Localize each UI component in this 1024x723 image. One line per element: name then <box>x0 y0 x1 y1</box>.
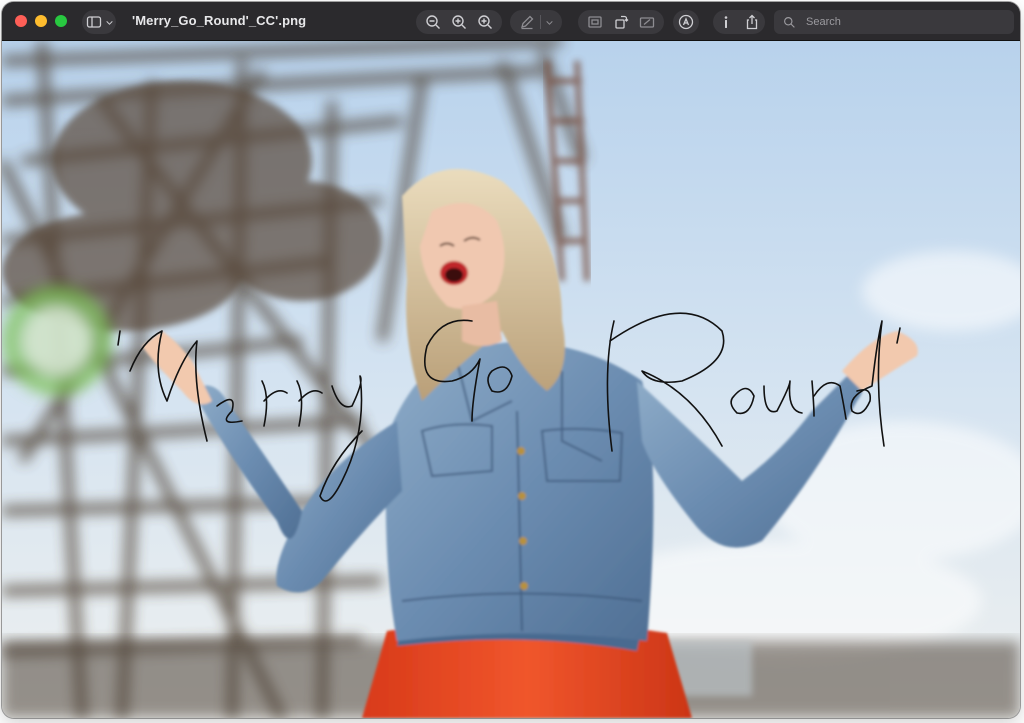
markup-circle-icon <box>673 10 699 34</box>
share-icon[interactable] <box>739 10 765 34</box>
zoom-controls <box>416 10 502 34</box>
image-viewer[interactable] <box>2 41 1020 718</box>
photo-image <box>2 41 1020 718</box>
window-title: 'Merry_Go_Round'_CC'.png <box>132 13 307 28</box>
chevron-down-icon <box>541 10 559 34</box>
zoom-actual-size-icon[interactable] <box>446 10 472 34</box>
crop-icon[interactable] <box>582 10 608 34</box>
title-bar: 'Merry_Go_Round'_CC'.png <box>2 2 1020 41</box>
info-icon[interactable] <box>713 10 739 34</box>
markup-toolbar-button[interactable] <box>673 10 699 34</box>
markup-button[interactable] <box>510 10 562 34</box>
info-share-controls <box>713 10 765 34</box>
preview-window: 'Merry_Go_Round'_CC'.png <box>2 2 1020 718</box>
search-icon <box>778 10 800 34</box>
rotate-icon[interactable] <box>608 10 634 34</box>
minimize-window-button[interactable] <box>35 15 47 27</box>
search-input[interactable] <box>804 15 998 29</box>
zoom-out-icon[interactable] <box>420 10 446 34</box>
close-window-button[interactable] <box>15 15 27 27</box>
pencil-icon <box>514 10 540 34</box>
edit-controls <box>578 10 664 34</box>
fullscreen-window-button[interactable] <box>55 15 67 27</box>
form-fill-icon[interactable] <box>634 10 660 34</box>
search-field[interactable] <box>774 10 1014 34</box>
sidebar-toggle-button[interactable] <box>82 10 116 34</box>
sidebar-icon <box>84 10 104 34</box>
chevron-down-icon <box>104 10 114 34</box>
zoom-in-icon[interactable] <box>472 10 498 34</box>
